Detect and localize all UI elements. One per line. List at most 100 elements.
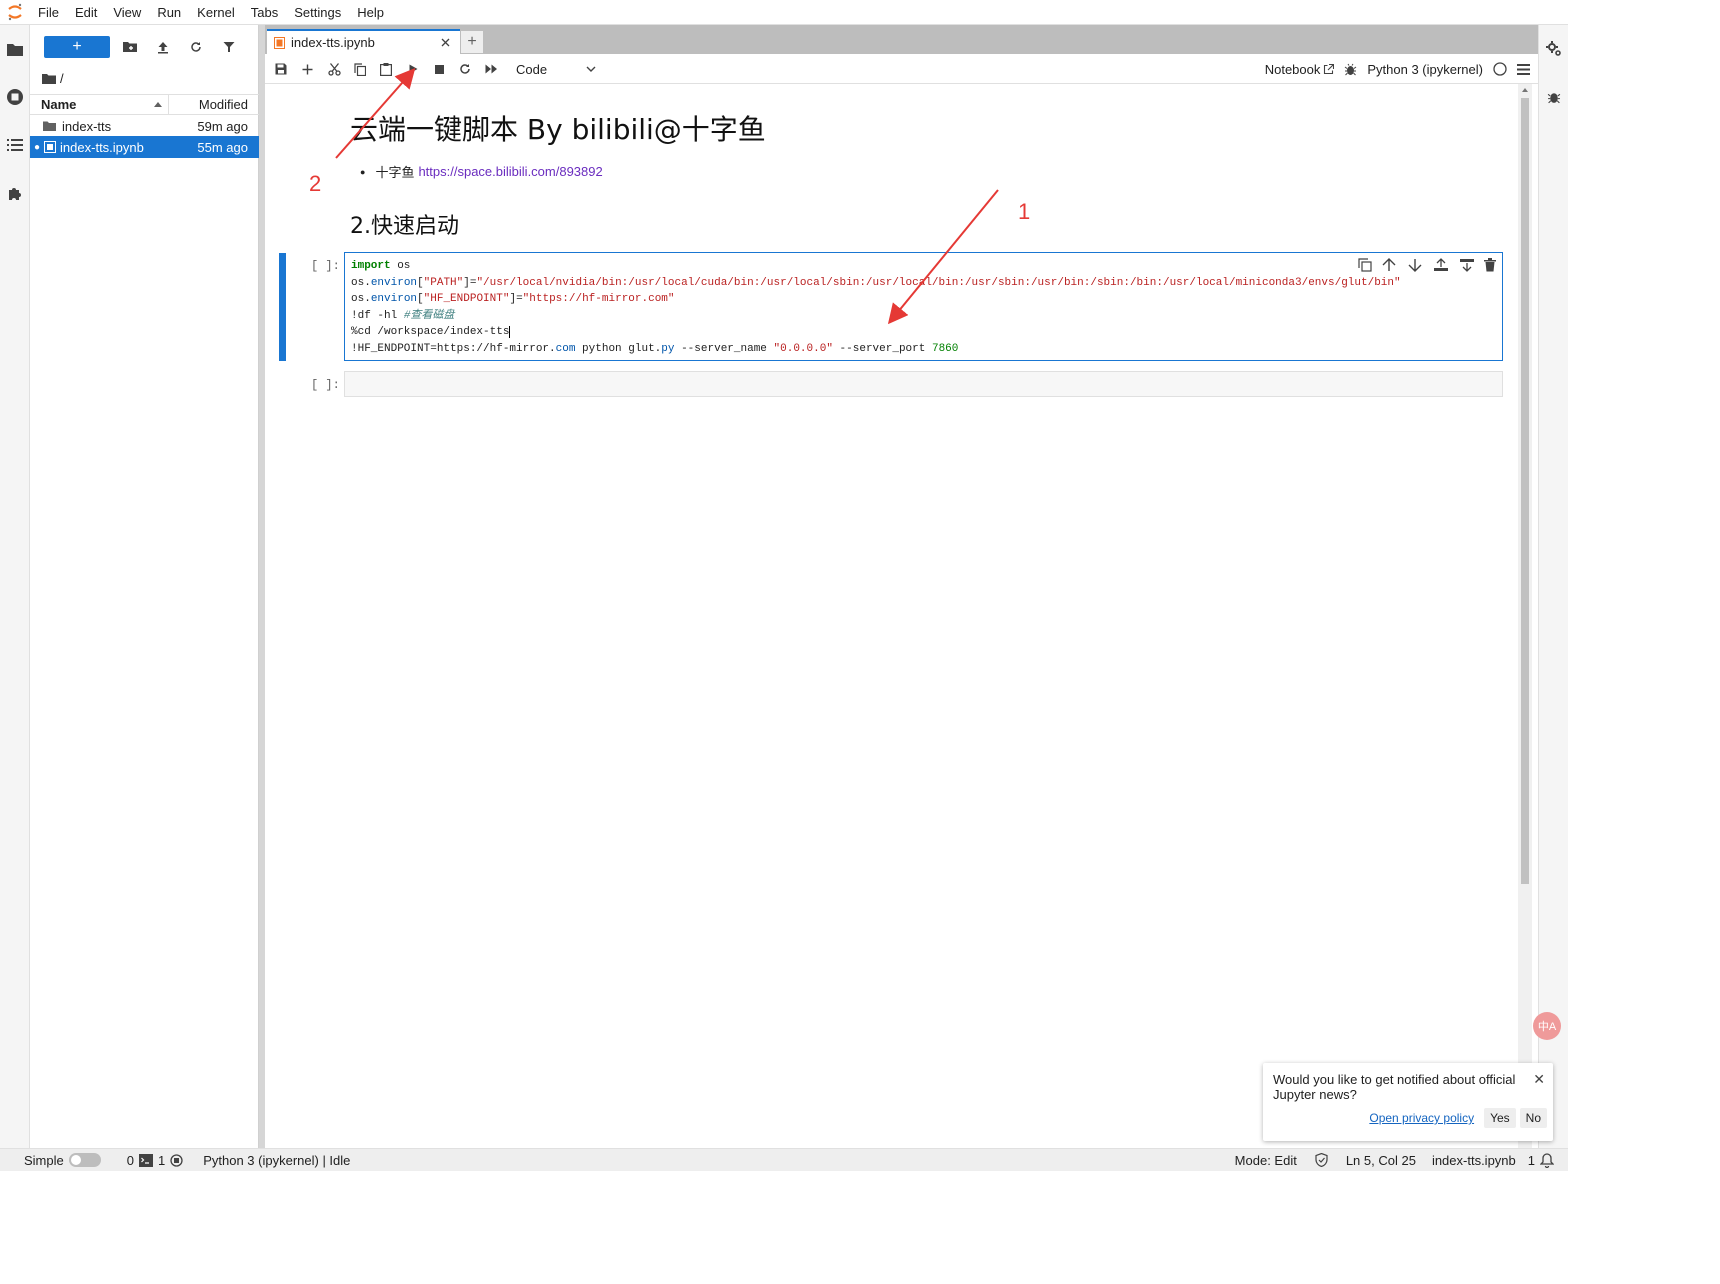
news-notification-toast: Would you like to get notified about off…	[1263, 1063, 1553, 1141]
toggle-switch[interactable]	[68, 1153, 101, 1167]
notifications-button[interactable]: 1	[1522, 1153, 1568, 1168]
cursor-position[interactable]: Ln 5, Col 25	[1340, 1153, 1422, 1168]
terminals-count[interactable]: 0 1	[121, 1153, 189, 1168]
insert-cell-below-icon[interactable]	[1458, 258, 1476, 272]
interrupt-kernel-icon[interactable]	[430, 60, 448, 78]
cell-type-value: Code	[516, 61, 548, 77]
translate-extension-badge[interactable]: 中A	[1533, 1012, 1561, 1040]
code-token: import	[351, 260, 391, 272]
menu-kernel[interactable]: Kernel	[189, 0, 243, 25]
code-token: --server_port	[832, 342, 932, 355]
trusted-shield-icon[interactable]	[1309, 1153, 1334, 1167]
tab-index-tts-notebook[interactable]: index-tts.ipynb	[267, 29, 460, 54]
code-token: python glut.	[575, 342, 662, 355]
code-token: os.	[351, 276, 371, 289]
file-list-item[interactable]: index-tts 59m ago	[30, 115, 259, 137]
menu-help[interactable]: Help	[349, 0, 392, 25]
no-button[interactable]: No	[1519, 1108, 1547, 1128]
column-modified-header[interactable]: Modified	[169, 97, 259, 112]
filter-icon[interactable]	[219, 37, 239, 57]
open-privacy-policy-link[interactable]: Open privacy policy	[1363, 1108, 1480, 1128]
kernel-status[interactable]: Python 3 (ipykernel) | Idle	[197, 1153, 356, 1168]
toast-actions: Open privacy policy Yes No	[1363, 1108, 1547, 1128]
debugger-bug-icon[interactable]	[1344, 63, 1357, 76]
insert-cell-above-icon[interactable]	[1432, 258, 1450, 272]
code-cell-empty[interactable]	[344, 371, 1503, 397]
close-icon[interactable]	[436, 38, 454, 47]
property-inspector-gear-icon[interactable]	[1543, 38, 1565, 60]
active-cell-collapser[interactable]	[279, 253, 286, 361]
cut-icon[interactable]	[325, 60, 343, 78]
restart-kernel-icon[interactable]	[456, 60, 474, 78]
menu-view[interactable]: View	[105, 0, 149, 25]
cell-type-select[interactable]: Code	[516, 59, 598, 79]
code-editor[interactable]: import os os.environ["PATH"]="/usr/local…	[351, 258, 1401, 358]
annotation-label-2: 2	[309, 171, 322, 196]
delete-cell-icon[interactable]	[1484, 258, 1496, 272]
paste-icon[interactable]	[377, 60, 395, 78]
kernel-chip-icon	[170, 1153, 183, 1167]
code-token: py	[661, 342, 675, 355]
notebook-icon	[274, 36, 285, 49]
toast-message: Would you like to get notified about off…	[1273, 1072, 1516, 1102]
notebook-toolbar: Code Notebook Python 3 (ipykernel)	[265, 54, 1538, 84]
scroll-up-arrow-icon[interactable]	[1518, 84, 1532, 96]
running-indicator-dot: ●	[34, 141, 41, 153]
tab-title: index-tts.ipynb	[291, 35, 375, 50]
bilibili-space-link[interactable]: https://space.bilibili.com/893892	[418, 164, 602, 179]
kernel-name[interactable]: Python 3 (ipykernel)	[1367, 62, 1483, 77]
close-icon[interactable]: ✕	[1533, 1071, 1545, 1088]
breadcrumb-root[interactable]: /	[60, 71, 64, 86]
duplicate-cell-icon[interactable]	[1358, 258, 1372, 272]
debugger-bug-icon[interactable]	[1543, 86, 1565, 108]
yes-button[interactable]: Yes	[1484, 1108, 1516, 1128]
code-token: [	[417, 276, 424, 289]
notebook-label: Notebook	[1264, 61, 1321, 77]
scrollbar-thumb[interactable]	[1521, 98, 1529, 884]
simple-mode-label: Simple	[24, 1152, 64, 1168]
file-name: index-tts	[62, 118, 112, 134]
code-token: environ	[370, 293, 418, 306]
cell-toolbar	[1358, 258, 1496, 272]
file-list-item-selected[interactable]: ● index-tts.ipynb 55m ago	[30, 136, 259, 158]
save-icon[interactable]	[272, 60, 290, 78]
menu-run[interactable]: Run	[149, 0, 189, 25]
extensions-puzzle-icon[interactable]	[4, 182, 26, 204]
breadcrumb[interactable]: /	[42, 69, 64, 87]
vertical-scrollbar[interactable]	[1518, 84, 1532, 1148]
menu-file[interactable]: File	[30, 0, 67, 25]
restart-run-all-icon[interactable]	[482, 60, 500, 78]
upload-icon[interactable]	[153, 37, 173, 57]
insert-cell-icon[interactable]	[298, 60, 316, 78]
folder-icon[interactable]	[4, 38, 26, 60]
code-token: !df -hl	[351, 309, 404, 322]
move-cell-down-icon[interactable]	[1406, 258, 1424, 272]
open-in-notebook-button[interactable]: Notebook	[1265, 62, 1335, 77]
code-token: ]=	[463, 276, 477, 289]
menu-tabs[interactable]: Tabs	[243, 0, 286, 25]
menu-edit[interactable]: Edit	[67, 0, 105, 25]
text-cursor	[509, 326, 511, 339]
external-link-icon	[1324, 63, 1335, 74]
menu-settings[interactable]: Settings	[286, 0, 349, 25]
editor-mode: Mode: Edit	[1234, 1152, 1297, 1168]
column-name-header[interactable]: Name	[30, 95, 169, 114]
code-cell-active[interactable]: import os os.environ["PATH"]="/usr/local…	[344, 252, 1503, 361]
notifications-count: 1	[1527, 1152, 1535, 1168]
running-sessions-icon[interactable]	[4, 86, 26, 108]
menu-bar: File Edit View Run Kernel Tabs Settings …	[0, 0, 1568, 25]
code-token: ]=	[509, 293, 523, 306]
new-launcher-button[interactable]: +	[44, 36, 110, 58]
run-cell-icon[interactable]	[404, 60, 422, 78]
copy-icon[interactable]	[351, 60, 369, 78]
bell-icon	[1540, 1152, 1554, 1168]
move-cell-up-icon[interactable]	[1380, 258, 1398, 272]
refresh-icon[interactable]	[186, 37, 206, 57]
simple-mode-toggle[interactable]: Simple	[0, 1153, 107, 1168]
table-of-contents-icon[interactable]	[4, 134, 26, 156]
code-token: os.	[351, 293, 371, 306]
add-tab-button[interactable]: +	[461, 31, 483, 53]
new-folder-icon[interactable]	[120, 37, 140, 57]
code-token: com	[555, 342, 576, 355]
menu-hamburger-icon[interactable]	[1517, 63, 1530, 75]
